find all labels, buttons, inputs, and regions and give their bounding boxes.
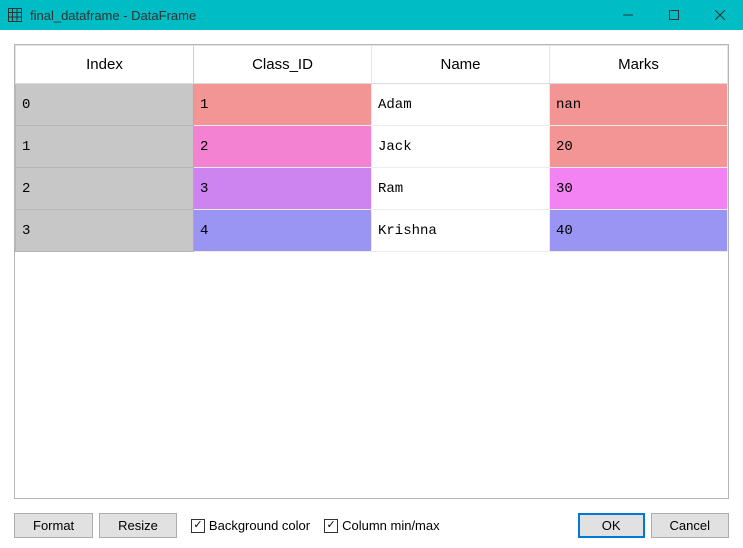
index-cell[interactable]: 1 [16, 126, 194, 168]
name-cell[interactable]: Ram [372, 168, 550, 210]
titlebar: final_dataframe - DataFrame [0, 0, 743, 30]
dataframe-table[interactable]: Index Class_ID Name Marks 01Adamnan12Jac… [14, 44, 729, 499]
table-row[interactable]: 34Krishna40 [16, 210, 728, 252]
classid-cell[interactable]: 2 [194, 126, 372, 168]
format-button[interactable]: Format [14, 513, 93, 538]
footer-bar: Format Resize ✓ Background color ✓ Colum… [0, 507, 743, 548]
minmax-label: Column min/max [342, 518, 440, 533]
marks-cell[interactable]: 20 [550, 126, 728, 168]
ok-button[interactable]: OK [578, 513, 645, 538]
minmax-checkbox[interactable]: ✓ Column min/max [324, 518, 440, 533]
checkmark-icon: ✓ [191, 519, 205, 533]
col-header-name[interactable]: Name [372, 46, 550, 84]
name-cell[interactable]: Jack [372, 126, 550, 168]
marks-cell[interactable]: 40 [550, 210, 728, 252]
index-cell[interactable]: 3 [16, 210, 194, 252]
marks-cell[interactable]: 30 [550, 168, 728, 210]
table-row[interactable]: 12Jack20 [16, 126, 728, 168]
minimize-button[interactable] [605, 0, 651, 30]
content-area: Index Class_ID Name Marks 01Adamnan12Jac… [0, 30, 743, 507]
bg-color-label: Background color [209, 518, 310, 533]
classid-cell[interactable]: 4 [194, 210, 372, 252]
dataframe-icon [6, 6, 24, 24]
col-header-classid[interactable]: Class_ID [194, 46, 372, 84]
classid-cell[interactable]: 1 [194, 84, 372, 126]
classid-cell[interactable]: 3 [194, 168, 372, 210]
resize-button[interactable]: Resize [99, 513, 177, 538]
maximize-button[interactable] [651, 0, 697, 30]
cancel-button[interactable]: Cancel [651, 513, 729, 538]
col-header-index[interactable]: Index [16, 46, 194, 84]
name-cell[interactable]: Adam [372, 84, 550, 126]
index-cell[interactable]: 0 [16, 84, 194, 126]
checkmark-icon: ✓ [324, 519, 338, 533]
window-title: final_dataframe - DataFrame [30, 8, 196, 23]
table-row[interactable]: 23Ram30 [16, 168, 728, 210]
name-cell[interactable]: Krishna [372, 210, 550, 252]
marks-cell[interactable]: nan [550, 84, 728, 126]
close-button[interactable] [697, 0, 743, 30]
header-row: Index Class_ID Name Marks [16, 46, 728, 84]
table-row[interactable]: 01Adamnan [16, 84, 728, 126]
col-header-marks[interactable]: Marks [550, 46, 728, 84]
bg-color-checkbox[interactable]: ✓ Background color [191, 518, 310, 533]
index-cell[interactable]: 2 [16, 168, 194, 210]
